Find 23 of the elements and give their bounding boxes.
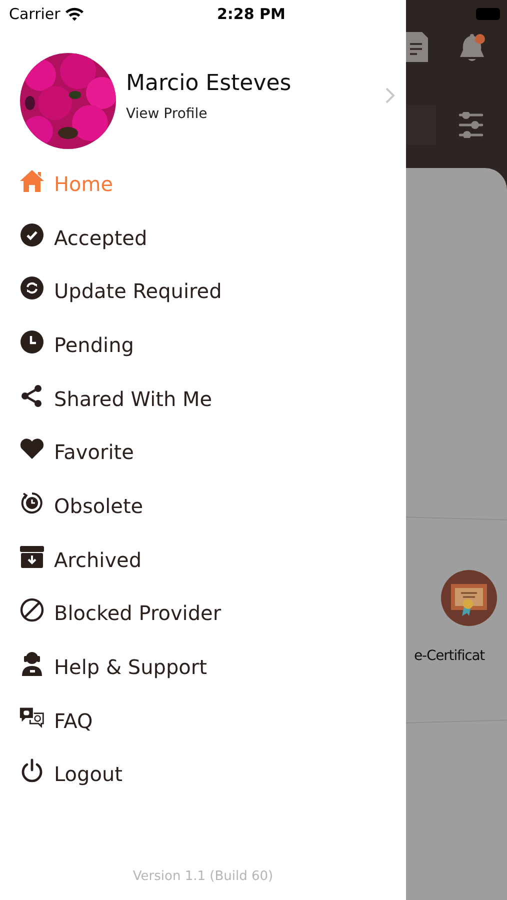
status-time: 2:28 PM [217, 5, 286, 23]
document-icon[interactable] [406, 32, 428, 62]
search-field[interactable] [406, 105, 436, 145]
check-circle-icon [20, 222, 44, 247]
card-label: e-Certificat [414, 648, 485, 664]
archive-box-icon [19, 544, 45, 569]
sliders-icon[interactable] [459, 112, 483, 138]
view-profile-link[interactable]: View Profile [126, 106, 208, 122]
battery-icon [476, 8, 502, 20]
wifi-icon [65, 7, 84, 21]
sync-circle-icon [20, 276, 44, 300]
block-icon [20, 598, 44, 622]
chat-bubbles-icon [19, 706, 45, 730]
carrier-label: Carrier [9, 5, 60, 23]
share-icon [20, 384, 44, 408]
timer-icon [20, 490, 44, 515]
home-icon [19, 168, 45, 193]
heart-icon [19, 438, 45, 460]
version-label: Version 1.1 (Build 60) [132, 869, 274, 884]
power-icon [20, 758, 44, 784]
clock-icon [20, 330, 44, 354]
user-name: Marcio Esteves [126, 71, 292, 96]
support-agent-icon [20, 651, 44, 678]
